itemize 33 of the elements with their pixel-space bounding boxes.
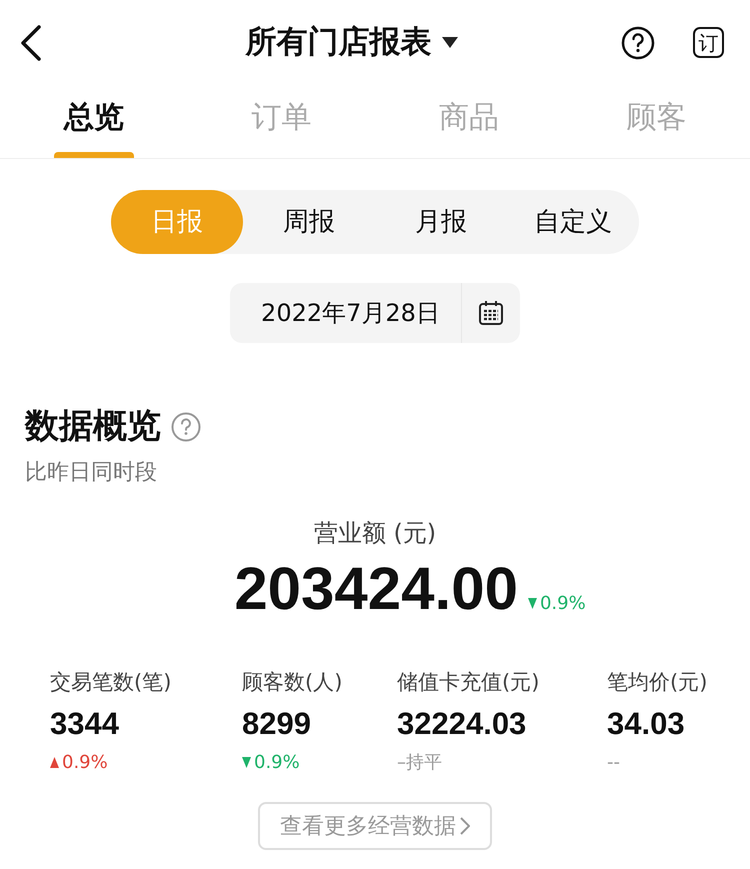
metric-value: 3344 — [50, 704, 119, 742]
period-tab[interactable]: 自定义 — [507, 190, 639, 254]
dropdown-caret-icon[interactable] — [442, 37, 458, 48]
metric-label: 顾客数(人) — [242, 669, 342, 696]
help-icon[interactable] — [621, 26, 655, 60]
trend-value: -- — [607, 752, 620, 773]
metric-label: 交易笔数(笔) — [50, 669, 172, 696]
metric-label: 笔均价(元) — [607, 669, 708, 696]
subscribe-button[interactable]: 订 — [693, 27, 724, 58]
section-subtitle: 比昨日同时段 — [25, 459, 158, 487]
trend-value: –持平 — [397, 752, 442, 773]
metric-value: 32224.03 — [397, 704, 526, 742]
back-icon[interactable] — [18, 24, 42, 62]
metric-label: 储值卡充值(元) — [397, 669, 540, 696]
down-triangle-icon — [528, 598, 537, 609]
period-tab[interactable]: 周报 — [243, 190, 375, 254]
metric-value: 8299 — [242, 704, 311, 742]
chevron-right-icon — [460, 817, 470, 835]
revenue-value: 203424.00 — [234, 554, 518, 624]
date-picker[interactable]: 2022年7月28日 — [230, 283, 520, 343]
metric-value: 34.03 — [607, 704, 685, 742]
revenue-label: 营业额 (元) — [314, 518, 436, 549]
date-value: 2022年7月28日 — [260, 298, 441, 329]
period-tab[interactable]: 月报 — [375, 190, 507, 254]
section-title: 数据概览 — [25, 405, 161, 448]
page-title[interactable]: 所有门店报表 — [246, 19, 432, 66]
trend-value: 0.9% — [254, 751, 300, 775]
up-triangle-icon — [50, 757, 59, 768]
calendar-icon[interactable] — [478, 300, 504, 326]
tab[interactable]: 总览 — [0, 85, 188, 158]
trend-value: 0.9% — [540, 592, 586, 616]
down-triangle-icon — [242, 757, 251, 768]
trend-value: 0.9% — [62, 751, 108, 775]
